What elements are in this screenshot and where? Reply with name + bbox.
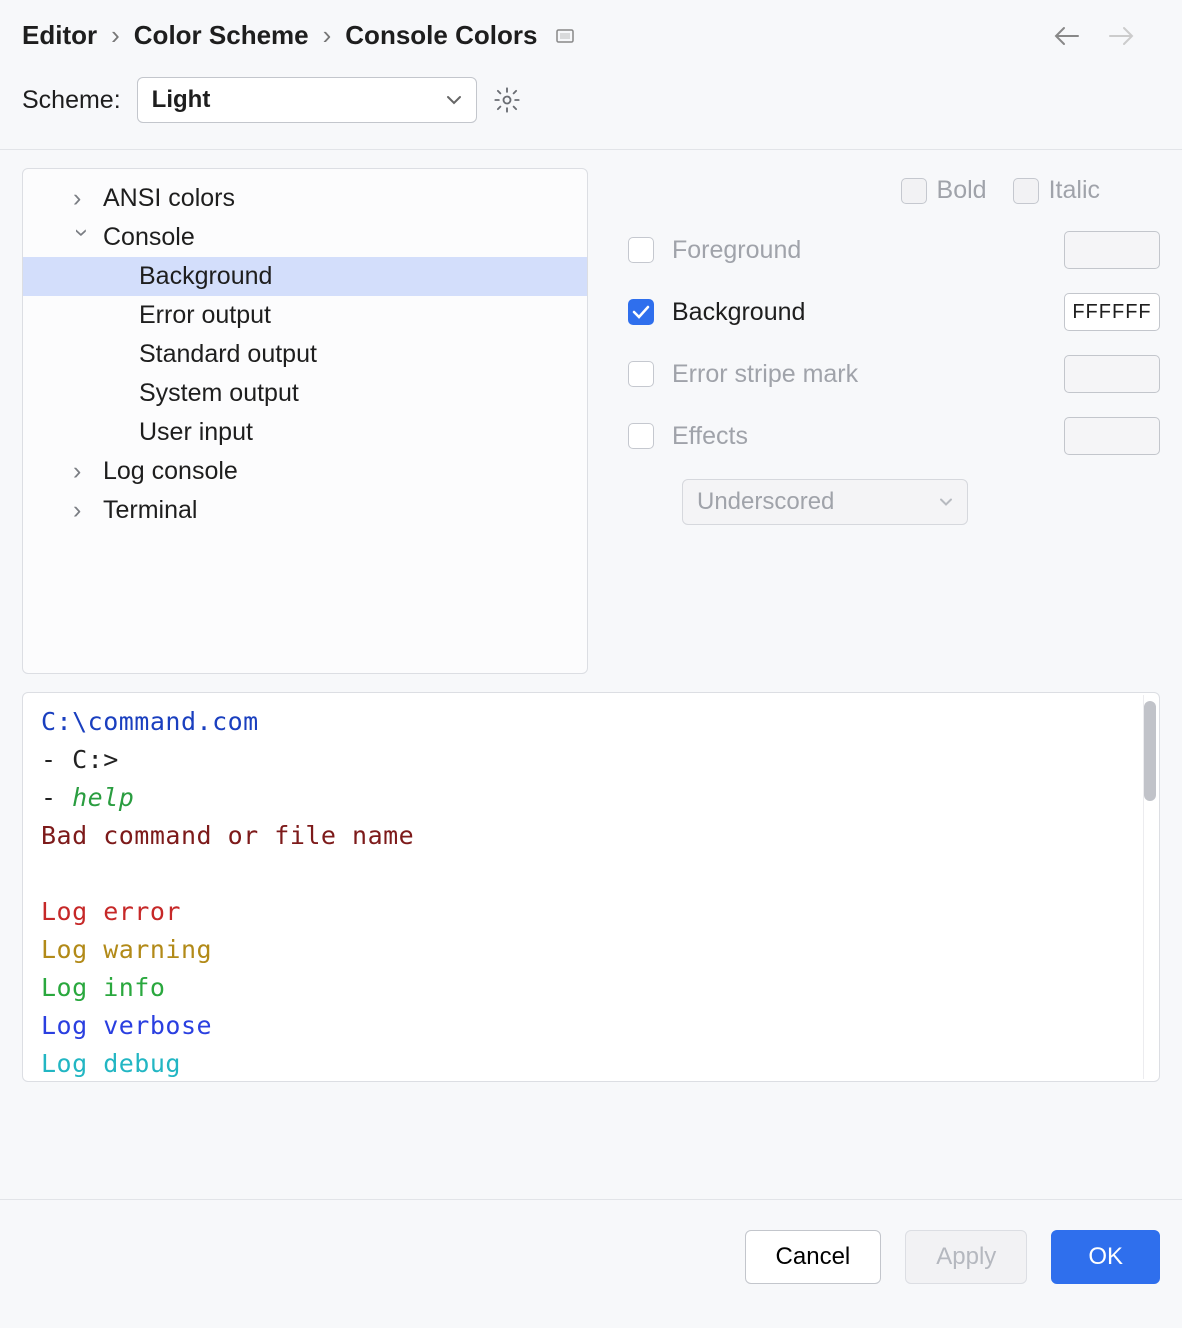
breadcrumb-consolecolors: Console Colors (345, 20, 537, 51)
bold-checkbox[interactable] (901, 178, 927, 204)
errorstripe-label: Error stripe mark (672, 360, 858, 389)
tree-item-logconsole[interactable]: › Log console (23, 452, 587, 491)
chevron-down-icon (939, 498, 953, 507)
preview-panel: C:\command.com - C:> - help Bad command … (22, 692, 1160, 1082)
chevron-right-icon: › (73, 496, 91, 525)
nav-back-icon[interactable] (1052, 25, 1080, 47)
preview-line: Bad command or file name (41, 817, 1141, 855)
chevron-right-icon: › (73, 184, 91, 213)
tree-item-background[interactable]: Background (23, 257, 587, 296)
ok-button[interactable]: OK (1051, 1230, 1160, 1284)
tree-item-stdoutput[interactable]: Standard output (23, 335, 587, 374)
background-label: Background (672, 298, 805, 327)
tree-item-terminal[interactable]: › Terminal (23, 491, 587, 530)
effects-checkbox[interactable] (628, 423, 654, 449)
preview-line: - help (41, 779, 1141, 817)
nav-forward-icon (1108, 25, 1136, 47)
scheme-select[interactable]: Light (137, 77, 477, 123)
breadcrumb-editor[interactable]: Editor (22, 20, 97, 51)
scrollbar-thumb[interactable] (1144, 701, 1156, 801)
preview-line (41, 855, 1141, 893)
chevron-down-icon (446, 95, 462, 105)
tree-item-userinput[interactable]: User input (23, 413, 587, 452)
tree-item-erroroutput[interactable]: Error output (23, 296, 587, 335)
italic-label: Italic (1049, 176, 1100, 205)
category-tree[interactable]: › ANSI colors › Console Background Error… (22, 168, 588, 674)
chevron-down-icon: › (68, 229, 97, 247)
tree-item-ansi[interactable]: › ANSI colors (23, 179, 587, 218)
preview-line: Log info (41, 969, 1141, 1007)
apply-button: Apply (905, 1230, 1027, 1284)
options-panel: Bold Italic Foreground Background FFFFFF… (628, 168, 1160, 674)
preview-line: Log debug (41, 1045, 1141, 1082)
cancel-button[interactable]: Cancel (745, 1230, 882, 1284)
breadcrumb: Editor › Color Scheme › Console Colors (22, 20, 575, 51)
tree-item-console[interactable]: › Console (23, 218, 587, 257)
errorstripe-checkbox[interactable] (628, 361, 654, 387)
background-swatch[interactable]: FFFFFF (1064, 293, 1160, 331)
gear-icon[interactable] (493, 86, 521, 114)
bold-label: Bold (937, 176, 987, 205)
preview-line: Log warning (41, 931, 1141, 969)
effects-label: Effects (672, 422, 748, 451)
italic-checkbox[interactable] (1013, 178, 1039, 204)
errorstripe-swatch[interactable] (1064, 355, 1160, 393)
tree-item-sysoutput[interactable]: System output (23, 374, 587, 413)
chevron-right-icon: › (323, 20, 332, 51)
scheme-label: Scheme: (22, 86, 121, 115)
window-icon[interactable] (555, 26, 575, 46)
effects-swatch[interactable] (1064, 417, 1160, 455)
breadcrumb-colorscheme[interactable]: Color Scheme (134, 20, 309, 51)
preview-line: C:\command.com (41, 703, 1141, 741)
foreground-swatch[interactable] (1064, 231, 1160, 269)
foreground-label: Foreground (672, 236, 801, 265)
preview-line: Log verbose (41, 1007, 1141, 1045)
foreground-checkbox[interactable] (628, 237, 654, 263)
background-checkbox[interactable] (628, 299, 654, 325)
chevron-right-icon: › (73, 457, 91, 486)
effects-type-select: Underscored (682, 479, 968, 525)
scheme-value: Light (152, 86, 211, 113)
chevron-right-icon: › (111, 20, 120, 51)
preview-line: Log error (41, 893, 1141, 931)
preview-line: - C:> (41, 741, 1141, 779)
